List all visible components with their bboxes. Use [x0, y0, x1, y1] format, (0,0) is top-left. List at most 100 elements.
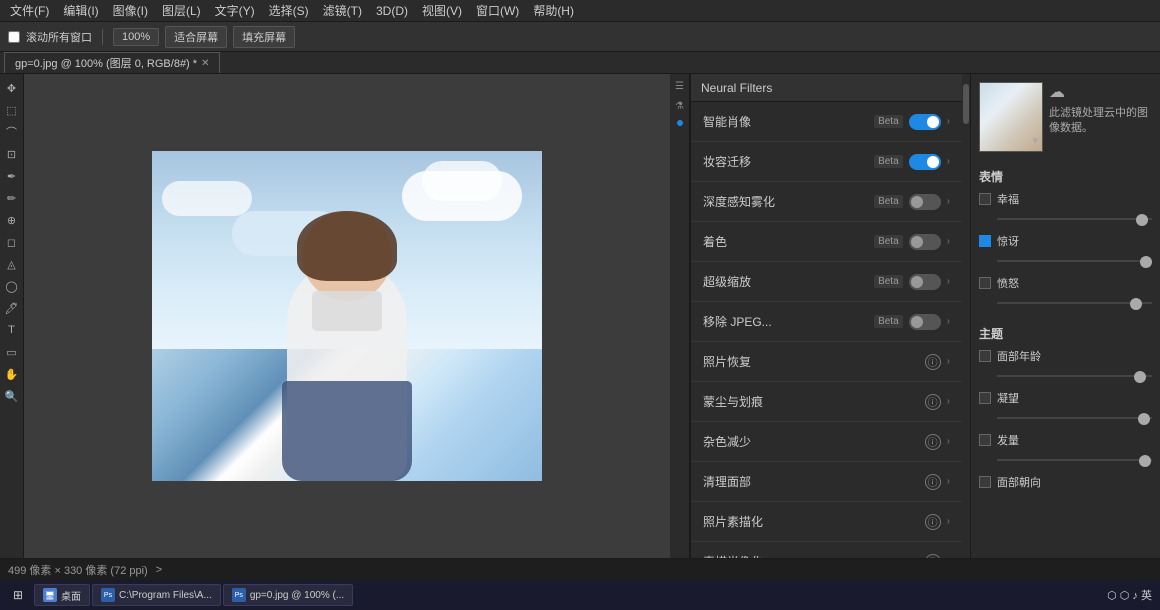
gradient-tool-icon[interactable]: ◬ — [2, 254, 22, 274]
happiness-slider-thumb[interactable] — [1136, 214, 1148, 226]
menu-edit[interactable]: 编辑(I) — [57, 0, 104, 21]
filter-toggle-off[interactable] — [909, 234, 941, 250]
menu-text[interactable]: 文字(Y) — [209, 0, 261, 21]
happiness-slider-container — [997, 213, 1152, 227]
filter-info-icon[interactable]: ⓘ — [925, 434, 941, 450]
cloud-icon: ☁ — [1049, 82, 1065, 102]
surprise-slider-thumb[interactable] — [1140, 256, 1152, 268]
tab-bar: gp=0.jpg @ 100% (图层 0, RGB/8#) * ✕ — [0, 52, 1160, 74]
text-tool-icon[interactable]: T — [2, 320, 22, 340]
surprise-checkbox[interactable] — [979, 235, 991, 247]
anger-slider-thumb[interactable] — [1130, 298, 1142, 310]
filter-item[interactable]: 移除 JPEG... Beta › — [691, 302, 962, 342]
filter-name: 杂色减少 — [703, 433, 925, 450]
start-button[interactable]: ⊞ — [4, 584, 32, 606]
clone-tool-icon[interactable]: ⊕ — [2, 210, 22, 230]
surprise-label: 惊讶 — [997, 233, 1152, 249]
eraser-tool-icon[interactable]: ◻ — [2, 232, 22, 252]
filter-item[interactable]: 清理面部 ⓘ › — [691, 462, 962, 502]
hair-slider-thumb[interactable] — [1139, 455, 1151, 467]
faceage-slider-thumb[interactable] — [1134, 371, 1146, 383]
facedir-checkbox[interactable] — [979, 476, 991, 488]
fit-screen-btn[interactable]: 适合屏幕 — [165, 26, 227, 48]
move-tool-icon[interactable]: ✥ — [2, 78, 22, 98]
menu-window[interactable]: 窗口(W) — [470, 0, 525, 21]
scroll-thumb[interactable] — [963, 84, 969, 124]
filter-item[interactable]: 照片素描化 ⓘ › — [691, 502, 962, 542]
ps2-icon: Ps — [232, 588, 246, 602]
filter-chevron-icon: › — [947, 436, 950, 447]
happiness-checkbox[interactable] — [979, 193, 991, 205]
filter-item[interactable]: 照片恢复 ⓘ › — [691, 342, 962, 382]
lab-icon[interactable]: ⚗ — [672, 98, 688, 114]
filter-item[interactable]: 深度感知雾化 Beta › — [691, 182, 962, 222]
filter-icon[interactable]: ☰ — [672, 78, 688, 94]
menu-layer[interactable]: 图层(L) — [156, 0, 207, 21]
menu-3d[interactable]: 3D(D) — [370, 2, 414, 20]
filter-item[interactable]: 超级缩放 Beta › — [691, 262, 962, 302]
filter-toggle-off[interactable] — [909, 314, 941, 330]
hair-checkbox[interactable] — [979, 434, 991, 446]
taskbar-ps1[interactable]: Ps C:\Program Files\A... — [92, 584, 221, 606]
filter-item[interactable]: 蒙尘与划痕 ⓘ › — [691, 382, 962, 422]
anger-checkbox[interactable] — [979, 277, 991, 289]
filter-toggle-on[interactable] — [909, 114, 941, 130]
menu-file[interactable]: 文件(F) — [4, 0, 55, 21]
pen-tool-icon[interactable]: 🖊 — [2, 298, 22, 318]
filter-item[interactable]: 杂色减少 ⓘ › — [691, 422, 962, 462]
scroll-all-checkbox[interactable] — [8, 31, 20, 43]
panel-title: Neural Filters — [701, 81, 772, 95]
tab-close-icon[interactable]: ✕ — [201, 58, 209, 69]
filter-toggle-on[interactable] — [909, 154, 941, 170]
filter-info-icon[interactable]: ⓘ — [925, 474, 941, 490]
filter-chevron-icon: › — [947, 156, 950, 167]
filter-item[interactable]: 妆容迁移 Beta › — [691, 142, 962, 182]
status-arrow[interactable]: > — [156, 564, 162, 576]
filter-info-icon[interactable]: ⓘ — [925, 354, 941, 370]
filter-chevron-icon: › — [947, 476, 950, 487]
menu-image[interactable]: 图像(I) — [107, 0, 154, 21]
status-bar: 499 像素 × 330 像素 (72 ppi) > — [0, 558, 1160, 580]
taskbar-ps2[interactable]: Ps gp=0.jpg @ 100% (... — [223, 584, 353, 606]
scroll-all-label: 滚动所有窗口 — [26, 29, 92, 45]
gaze-checkbox[interactable] — [979, 392, 991, 404]
faceage-prop-row: 面部年龄 — [979, 348, 1152, 364]
preview-expand-icon[interactable]: ▼ — [1030, 136, 1040, 147]
zoom-tool-icon[interactable]: 🔍 — [2, 386, 22, 406]
filter-info-icon[interactable]: ⓘ — [925, 394, 941, 410]
shape-tool-icon[interactable]: ▭ — [2, 342, 22, 362]
gaze-slider-thumb[interactable] — [1138, 413, 1150, 425]
menu-select[interactable]: 选择(S) — [263, 0, 315, 21]
eyedropper-tool-icon[interactable]: ✒ — [2, 166, 22, 186]
neural-filters-panel: Neural Filters 智能肖像 Beta › 妆容迁移 Beta › 深… — [690, 74, 962, 558]
expression-section-title: 表情 — [979, 168, 1152, 185]
document-tab[interactable]: gp=0.jpg @ 100% (图层 0, RGB/8#) * ✕ — [4, 52, 220, 73]
filter-item[interactable]: 着色 Beta › — [691, 222, 962, 262]
brush-tool-icon[interactable]: ✏ — [2, 188, 22, 208]
taskbar-desktop[interactable]: 🖥 桌面 — [34, 584, 90, 606]
scroll-bar[interactable] — [962, 74, 970, 558]
hand-tool-icon[interactable]: ✋ — [2, 364, 22, 384]
filter-chevron-icon: › — [947, 236, 950, 247]
filter-info-icon[interactable]: ⓘ — [925, 514, 941, 530]
fill-screen-btn[interactable]: 填充屏幕 — [233, 26, 295, 48]
image-info: 499 像素 × 330 像素 (72 ppi) — [8, 562, 148, 578]
crop-tool-icon[interactable]: ⊡ — [2, 144, 22, 164]
dodge-tool-icon[interactable]: ◯ — [2, 276, 22, 296]
zoom-value: 100% — [113, 28, 159, 46]
canvas-area — [24, 74, 670, 558]
filter-item[interactable]: 素描肖像化 ⓘ › — [691, 542, 962, 558]
filter-chevron-icon: › — [947, 516, 950, 527]
anger-label: 愤怒 — [997, 275, 1152, 291]
selection-tool-icon[interactable]: ⬚ — [2, 100, 22, 120]
filter-toggle-off[interactable] — [909, 194, 941, 210]
faceage-checkbox[interactable] — [979, 350, 991, 362]
filter-item[interactable]: 智能肖像 Beta › — [691, 102, 962, 142]
menu-view[interactable]: 视图(V) — [416, 0, 468, 21]
lasso-tool-icon[interactable]: ⌒ — [2, 122, 22, 142]
menu-filter[interactable]: 滤镜(T) — [317, 0, 368, 21]
gaze-label: 凝望 — [997, 390, 1152, 406]
menu-help[interactable]: 帮助(H) — [527, 0, 580, 21]
filter-toggle-off[interactable] — [909, 274, 941, 290]
filter-badge: Beta — [874, 235, 903, 248]
